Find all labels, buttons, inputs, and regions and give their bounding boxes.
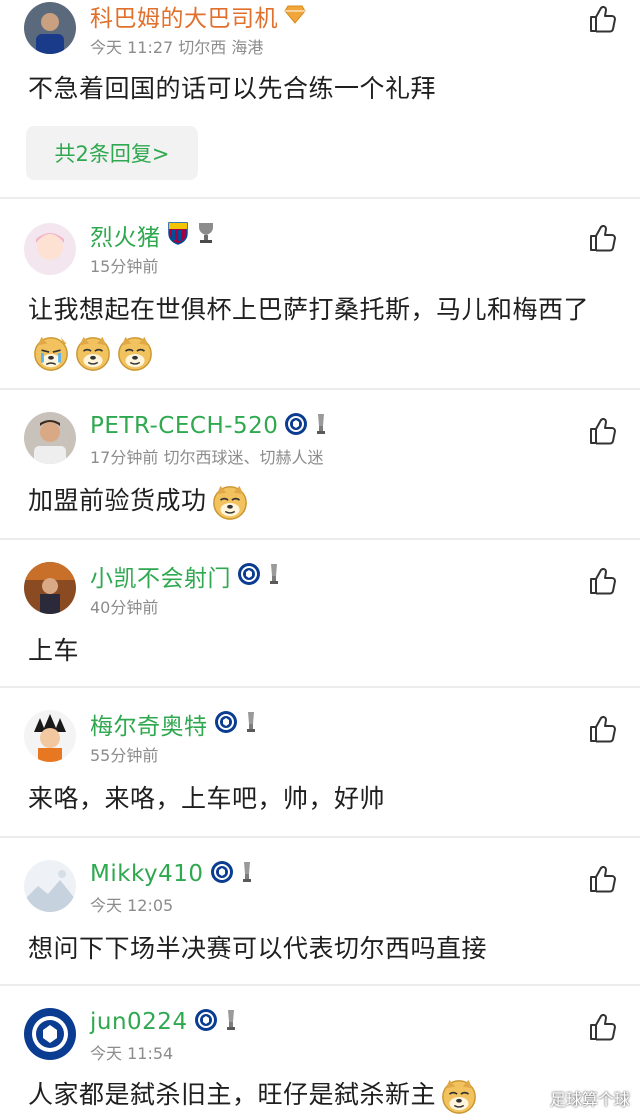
user-avatar[interactable]	[24, 562, 76, 614]
avatar-image	[24, 710, 76, 762]
comment-text: 不急着回国的话可以先合练一个礼拜	[28, 74, 437, 103]
username[interactable]: jun0224	[90, 1009, 188, 1035]
comment-meta: 今天 12:05	[90, 896, 174, 915]
comment-meta: 17分钟前 切尔西球迷、切赫人迷	[90, 448, 324, 467]
user-avatar[interactable]	[24, 1008, 76, 1060]
comment-text-content: 让我想起在世俱杯上巴萨打桑托斯，马儿和梅西了	[28, 295, 590, 324]
doge-emoji	[116, 334, 154, 372]
barcelona-badge-icon	[167, 221, 189, 249]
comment-text: 让我想起在世俱杯上巴萨打桑托斯，马儿和梅西了	[28, 289, 622, 373]
like-icon[interactable]	[588, 223, 618, 253]
comment-text: 人家都是弑杀旧主，旺仔是弑杀新主	[28, 1074, 622, 1116]
like-icon[interactable]	[588, 1012, 618, 1042]
like-icon[interactable]	[588, 714, 618, 744]
comment-item: jun0224 今天 11:54 人家都是弑杀旧主，旺仔是弑杀新主	[0, 986, 640, 1116]
username[interactable]: 科巴姆的大巴司机	[90, 0, 278, 33]
like-icon[interactable]	[588, 4, 618, 34]
username[interactable]: Mikky410	[90, 861, 204, 887]
avatar-image	[24, 562, 76, 614]
comment-text: 上车	[28, 636, 80, 665]
doge-emoji	[440, 1077, 478, 1115]
username[interactable]: PETR-CECH-520	[90, 413, 278, 439]
view-replies-button[interactable]: 共2条回复>	[26, 126, 198, 180]
comment-item: 科巴姆的大巴司机 今天 11:27 切尔西 海港 不急着回国的话可以先合练一个礼…	[0, 0, 640, 199]
username[interactable]: 烈火猪	[90, 218, 161, 252]
avatar-image	[24, 223, 76, 275]
avatar-image	[24, 1008, 76, 1060]
comment-text: 来咯，来咯，上车吧，帅，好帅	[28, 784, 386, 813]
username[interactable]: 小凯不会射门	[90, 559, 231, 593]
comment-item: Mikky410 今天 12:05 想问下下场半决赛可以代表切尔西吗直接	[0, 838, 640, 986]
avatar-image	[24, 412, 76, 464]
comment-text-content: 加盟前验货成功	[28, 486, 207, 515]
trophy-badge-icon	[224, 1008, 238, 1036]
chelsea-badge-icon	[214, 710, 238, 738]
comment-meta: 今天 11:27 切尔西 海港	[90, 38, 264, 57]
trophy-badge-icon	[240, 860, 254, 888]
comment-meta: 今天 11:54	[90, 1044, 174, 1063]
user-avatar[interactable]	[24, 2, 76, 54]
like-icon[interactable]	[588, 864, 618, 894]
comment-item: 梅尔奇奥特 55分钟前 来咯，来咯，上车吧，帅，好帅	[0, 688, 640, 838]
comment-item: 小凯不会射门 40分钟前 上车	[0, 540, 640, 688]
comment-meta: 40分钟前	[90, 598, 159, 617]
chelsea-badge-icon	[237, 562, 261, 590]
chelsea-badge-icon	[210, 860, 234, 888]
user-avatar[interactable]	[24, 223, 76, 275]
avatar-image	[24, 2, 76, 54]
user-avatar[interactable]	[24, 710, 76, 762]
comment-meta: 55分钟前	[90, 746, 159, 765]
chelsea-badge-icon	[194, 1008, 218, 1036]
trophy-badge-icon	[267, 562, 281, 590]
chelsea-badge-icon	[284, 412, 308, 440]
doge-emoji	[211, 483, 249, 521]
trophy-badge-icon	[195, 221, 217, 249]
comment-item: 烈火猪 15分钟前 让我想起在世俱杯上巴萨打桑托斯，马儿和梅西了	[0, 199, 640, 390]
comment-text-content: 人家都是弑杀旧主，旺仔是弑杀新主	[28, 1080, 437, 1109]
comment-meta: 15分钟前	[90, 257, 159, 276]
diamond-badge-icon	[284, 4, 306, 28]
user-avatar[interactable]	[24, 860, 76, 912]
user-avatar[interactable]	[24, 412, 76, 464]
like-icon[interactable]	[588, 416, 618, 446]
username[interactable]: 梅尔奇奥特	[90, 707, 208, 741]
comment-item: PETR-CECH-520 17分钟前 切尔西球迷、切赫人迷 加盟前验货成功	[0, 390, 640, 540]
doge-emoji	[74, 334, 112, 372]
crying-doge-emoji	[32, 334, 70, 372]
comment-text: 想问下下场半决赛可以代表切尔西吗直接	[28, 934, 488, 963]
trophy-badge-icon	[314, 412, 328, 440]
trophy-badge-icon	[244, 710, 258, 738]
comment-text: 加盟前验货成功	[28, 480, 622, 522]
watermark: 足球算个球	[549, 1090, 630, 1109]
like-icon[interactable]	[588, 566, 618, 596]
avatar-image	[24, 860, 76, 912]
